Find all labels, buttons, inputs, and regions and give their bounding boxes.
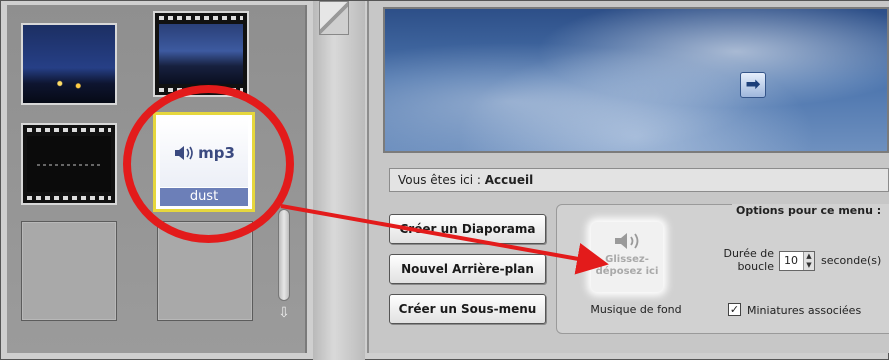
- thumbnail-slideshow-harbor[interactable]: [153, 11, 249, 97]
- loop-duration-unit: seconde(s): [821, 254, 882, 267]
- drop-zone-text-line1: Glissez-: [605, 254, 649, 265]
- loop-duration-label: Durée de boucle: [714, 247, 774, 273]
- thumbnail-empty-slot: [157, 221, 253, 321]
- next-page-button[interactable]: ➡: [740, 72, 766, 98]
- drop-zone-text-line2: déposez ici: [595, 266, 659, 277]
- loop-duration-label-line2: boucle: [737, 260, 774, 273]
- associated-thumbnails-label: Miniatures associées: [747, 304, 862, 317]
- thumbnail-mp3-dust[interactable]: mp3 dust: [153, 112, 255, 212]
- new-background-button[interactable]: Nouvel Arrière-plan: [389, 254, 546, 284]
- stepper-arrows-icon[interactable]: ▲ ▼: [803, 252, 814, 270]
- collapse-panel-handle[interactable]: [319, 1, 349, 35]
- associated-thumbnails-checkbox[interactable]: ✓: [728, 303, 741, 316]
- loop-duration-value: 10: [784, 254, 798, 267]
- thumbnail-photo-harbor[interactable]: [21, 23, 117, 105]
- scroll-down-icon[interactable]: ⇩: [276, 305, 292, 321]
- thumbnail-scrollbar[interactable]: [278, 209, 290, 301]
- breadcrumb: Vous êtes ici : Accueil: [389, 168, 889, 192]
- menu-preview: ➡: [383, 7, 889, 153]
- panel-divider: [313, 1, 365, 360]
- mp3-format-label: mp3: [198, 144, 235, 162]
- breadcrumb-location: Accueil: [484, 173, 534, 187]
- menu-options-box: Glissez- déposez ici Musique de fond Opt…: [556, 204, 889, 334]
- loop-duration-stepper[interactable]: 10 ▲ ▼: [779, 251, 815, 271]
- speaker-icon: [175, 146, 193, 160]
- menu-editor-panel: ➡ Vous êtes ici : Accueil Créer un Diapo…: [367, 1, 889, 353]
- breadcrumb-prefix: Vous êtes ici :: [398, 173, 485, 187]
- create-slideshow-button[interactable]: Créer un Diaporama: [389, 214, 546, 244]
- mp3-file-name: dust: [160, 188, 248, 206]
- options-title: Options pour ce menu :: [732, 204, 889, 217]
- background-music-drop-zone[interactable]: Glissez- déposez ici: [591, 222, 663, 292]
- speaker-icon: [615, 233, 639, 249]
- thumbnail-slideshow-dark[interactable]: [21, 123, 117, 205]
- right-arrow-icon: ➡: [745, 74, 761, 95]
- background-music-label: Musique de fond: [590, 303, 682, 316]
- create-submenu-button[interactable]: Créer un Sous-menu: [389, 294, 546, 324]
- thumbnail-empty-slot: [21, 221, 117, 321]
- loop-duration-label-line1: Durée de: [723, 247, 774, 260]
- app-window: ⇩ mp3 dust ➡ Vous êtes ici : Accueil Cré…: [0, 0, 889, 360]
